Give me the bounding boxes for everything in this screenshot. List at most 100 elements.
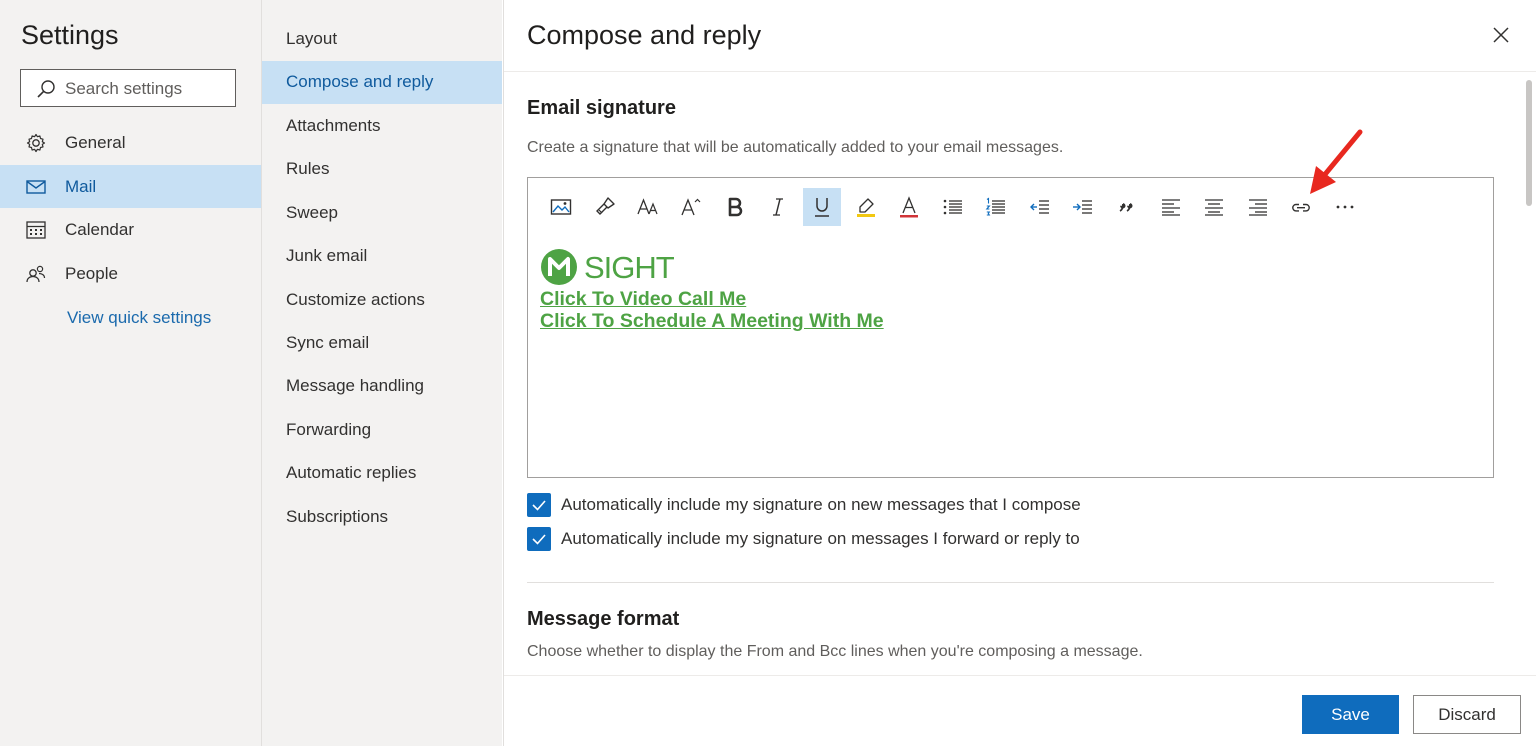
nav-item-mail[interactable]: Mail — [0, 165, 261, 208]
subnav-item-forwarding[interactable]: Forwarding — [262, 409, 502, 452]
numbering-button[interactable] — [977, 188, 1015, 226]
search-input[interactable] — [65, 77, 230, 101]
insert-link-icon — [1292, 203, 1310, 212]
subnav-item-label: Message handling — [286, 376, 424, 395]
save-button[interactable]: Save — [1302, 695, 1399, 734]
nav-item-label: Mail — [65, 177, 97, 196]
more-options-button[interactable] — [1326, 188, 1364, 226]
settings-nav-pane: Settings General Mail Calendar People Vi… — [0, 0, 261, 746]
nav-item-label: General — [65, 133, 126, 152]
highlight-button[interactable] — [847, 188, 885, 226]
close-button[interactable] — [1490, 24, 1512, 46]
quote-icon — [1119, 203, 1133, 212]
video-call-link[interactable]: Click To Video Call Me — [540, 288, 746, 311]
align-center-icon — [1205, 199, 1223, 216]
subnav-item-compose-and-reply[interactable]: Compose and reply — [262, 61, 502, 104]
schedule-meeting-link[interactable]: Click To Schedule A Meeting With Me — [540, 310, 884, 333]
email-signature-heading: Email signature — [527, 97, 676, 119]
subnav-item-label: Sweep — [286, 203, 338, 222]
subnav-item-label: Sync email — [286, 333, 370, 352]
format-painter-button[interactable] — [586, 188, 624, 226]
checkbox-label: Automatically include my signature on me… — [561, 529, 1080, 548]
font-size-icon — [637, 198, 658, 215]
subnav-item-attachments[interactable]: Attachments — [262, 105, 502, 148]
increase-indent-icon — [1073, 200, 1092, 214]
italic-icon — [773, 198, 783, 216]
message-format-heading: Message format — [527, 608, 680, 630]
highlight-icon — [857, 198, 875, 217]
page-title: Compose and reply — [527, 20, 762, 50]
font-color-icon — [900, 196, 918, 218]
message-format-description: Choose whether to display the From and B… — [527, 643, 1143, 660]
mail-settings-subnav: Layout Compose and reply Attachments Rul… — [261, 0, 502, 746]
quote-button[interactable] — [1108, 188, 1146, 226]
bullets-icon — [943, 199, 962, 215]
gear-icon — [25, 132, 47, 154]
nav-item-calendar[interactable]: Calendar — [0, 208, 261, 251]
subnav-item-label: Customize actions — [286, 290, 425, 309]
people-icon — [25, 263, 47, 285]
include-signature-reply-checkbox[interactable] — [527, 527, 551, 551]
view-quick-settings-link[interactable]: View quick settings — [67, 308, 211, 328]
checkmark-icon — [532, 534, 546, 545]
subnav-item-label: Subscriptions — [286, 507, 389, 526]
subnav-item-message-handling[interactable]: Message handling — [262, 365, 502, 408]
bold-button[interactable] — [716, 188, 754, 226]
checkbox-label: Automatically include my signature on ne… — [561, 495, 1081, 514]
subnav-item-sweep[interactable]: Sweep — [262, 192, 502, 235]
more-options-icon — [1336, 205, 1354, 209]
nav-item-general[interactable]: General — [0, 121, 261, 164]
underline-icon — [815, 198, 829, 217]
subnav-item-label: Junk email — [286, 246, 368, 265]
email-signature-description: Create a signature that will be automati… — [527, 139, 1064, 156]
search-box[interactable] — [20, 69, 236, 107]
nav-item-label: Calendar — [65, 220, 134, 239]
scrollbar-thumb[interactable] — [1526, 80, 1532, 206]
subnav-item-automatic-replies[interactable]: Automatic replies — [262, 452, 502, 495]
signature-logo: SIGHT — [540, 248, 680, 286]
bold-icon — [728, 197, 743, 217]
checkmark-icon — [532, 500, 546, 511]
align-right-button[interactable] — [1239, 188, 1277, 226]
subnav-item-sync-email[interactable]: Sync email — [262, 322, 502, 365]
subnav-item-label: Automatic replies — [286, 463, 417, 482]
discard-button[interactable]: Discard — [1413, 695, 1521, 734]
sight-logo-mark-icon — [541, 249, 577, 285]
mail-icon — [25, 176, 47, 198]
subnav-item-customize-actions[interactable]: Customize actions — [262, 279, 502, 322]
subnav-item-label: Rules — [286, 159, 330, 178]
subnav-item-rules[interactable]: Rules — [262, 148, 502, 191]
include-signature-new-checkbox[interactable] — [527, 493, 551, 517]
insert-link-button[interactable] — [1282, 188, 1320, 226]
signature-editor[interactable]: SIGHT Click To Video Call Me Click To Sc… — [527, 177, 1494, 478]
compose-and-reply-pane: Compose and reply Email signature Create… — [503, 0, 1536, 746]
subnav-item-label: Compose and reply — [286, 72, 434, 91]
subnav-item-junk-email[interactable]: Junk email — [262, 235, 502, 278]
italic-button[interactable] — [759, 188, 797, 226]
align-center-button[interactable] — [1195, 188, 1233, 226]
align-left-icon — [1162, 199, 1180, 216]
action-footer: Save Discard — [504, 675, 1536, 746]
increase-indent-button[interactable] — [1064, 188, 1102, 226]
grow-font-button[interactable] — [672, 188, 710, 226]
close-icon — [1493, 27, 1509, 43]
bullets-button[interactable] — [934, 188, 972, 226]
subnav-item-label: Layout — [286, 29, 338, 48]
decrease-indent-button[interactable] — [1021, 188, 1059, 226]
subnav-item-label: Forwarding — [286, 420, 372, 439]
logo-text: SIGHT — [584, 250, 675, 285]
font-color-button[interactable] — [890, 188, 928, 226]
subnav-item-subscriptions[interactable]: Subscriptions — [262, 496, 502, 539]
format-painter-icon — [596, 197, 615, 215]
underline-button[interactable] — [803, 188, 841, 226]
insert-picture-icon — [550, 199, 572, 215]
nav-item-label: People — [65, 264, 118, 283]
subnav-item-layout[interactable]: Layout — [262, 18, 502, 61]
nav-item-people[interactable]: People — [0, 252, 261, 295]
insert-picture-button[interactable] — [542, 188, 580, 226]
header-divider — [504, 71, 1536, 72]
section-divider — [527, 582, 1494, 583]
align-left-button[interactable] — [1152, 188, 1190, 226]
decrease-indent-icon — [1030, 200, 1049, 214]
font-size-button[interactable] — [629, 188, 667, 226]
